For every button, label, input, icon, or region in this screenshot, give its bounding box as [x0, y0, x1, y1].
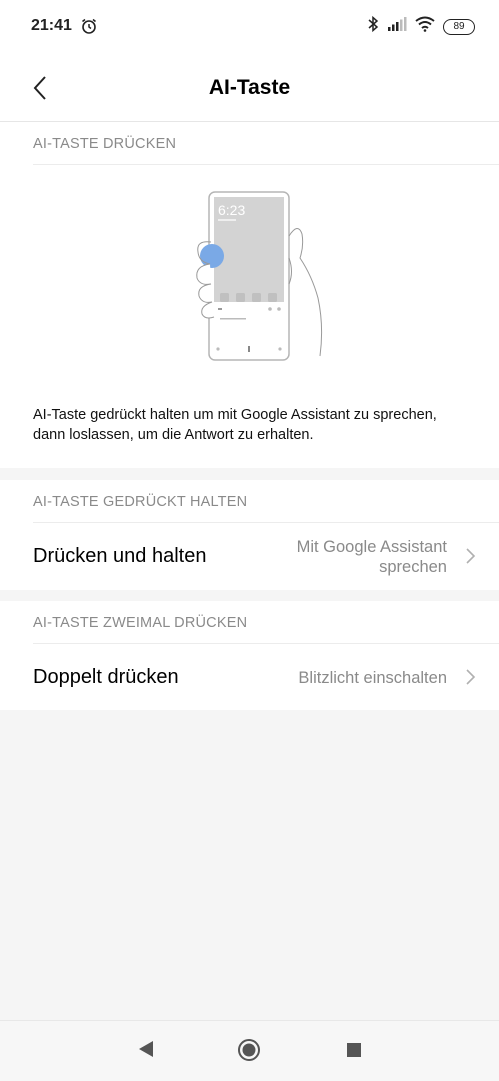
status-time: 21:41 [31, 17, 72, 34]
hold-row-value: Mit Google Assistant sprechen [297, 537, 447, 577]
signal-icon [387, 16, 407, 37]
double-setting-row[interactable]: Doppelt drücken Blitzlicht einschalten [0, 644, 499, 710]
chevron-right-icon [463, 546, 477, 566]
wifi-icon [415, 16, 435, 37]
bluetooth-icon [367, 15, 379, 38]
page-title: AI-Taste [208, 76, 291, 99]
battery-icon: 89 [443, 18, 475, 35]
nav-recents-icon[interactable] [346, 1042, 362, 1063]
hold-setting-row[interactable]: Drücken und halten Mit Google Assistant … [0, 523, 499, 590]
phone-illustration: 6:23 [196, 191, 323, 361]
section-header-double: AI-TASTE ZWEIMAL DRÜCKEN [33, 615, 248, 631]
top-app-bar: AI-Taste [0, 54, 499, 122]
nav-back-icon[interactable] [137, 1039, 155, 1064]
status-bar: 21:41 89 [0, 0, 499, 54]
section-hold: AI-TASTE GEDRÜCKT HALTEN Drücken und hal… [0, 480, 499, 590]
navigation-bar [0, 1020, 499, 1081]
double-row-value: Blitzlicht einschalten [298, 669, 447, 687]
alarm-icon [80, 17, 98, 40]
section-press: AI-TASTE DRÜCKEN 6:23 AI-Taste gedrückt [0, 122, 499, 468]
section-header-press: AI-TASTE DRÜCKEN [33, 136, 177, 152]
hold-row-value-line2: sprechen [379, 558, 447, 576]
section-header-hold: AI-TASTE GEDRÜCKT HALTEN [33, 494, 248, 510]
illustration-time: 6:23 [218, 202, 245, 218]
press-description: AI-Taste gedrückt halten um mit Google A… [33, 407, 437, 443]
divider [33, 164, 499, 165]
double-row-label: Doppelt drücken [33, 666, 179, 688]
hold-row-label: Drücken und halten [33, 545, 207, 567]
section-double: AI-TASTE ZWEIMAL DRÜCKEN Doppelt drücken… [0, 601, 499, 710]
nav-home-icon[interactable] [237, 1038, 261, 1067]
hold-row-value-line1: Mit Google Assistant [296, 538, 447, 556]
chevron-right-icon [463, 667, 477, 687]
